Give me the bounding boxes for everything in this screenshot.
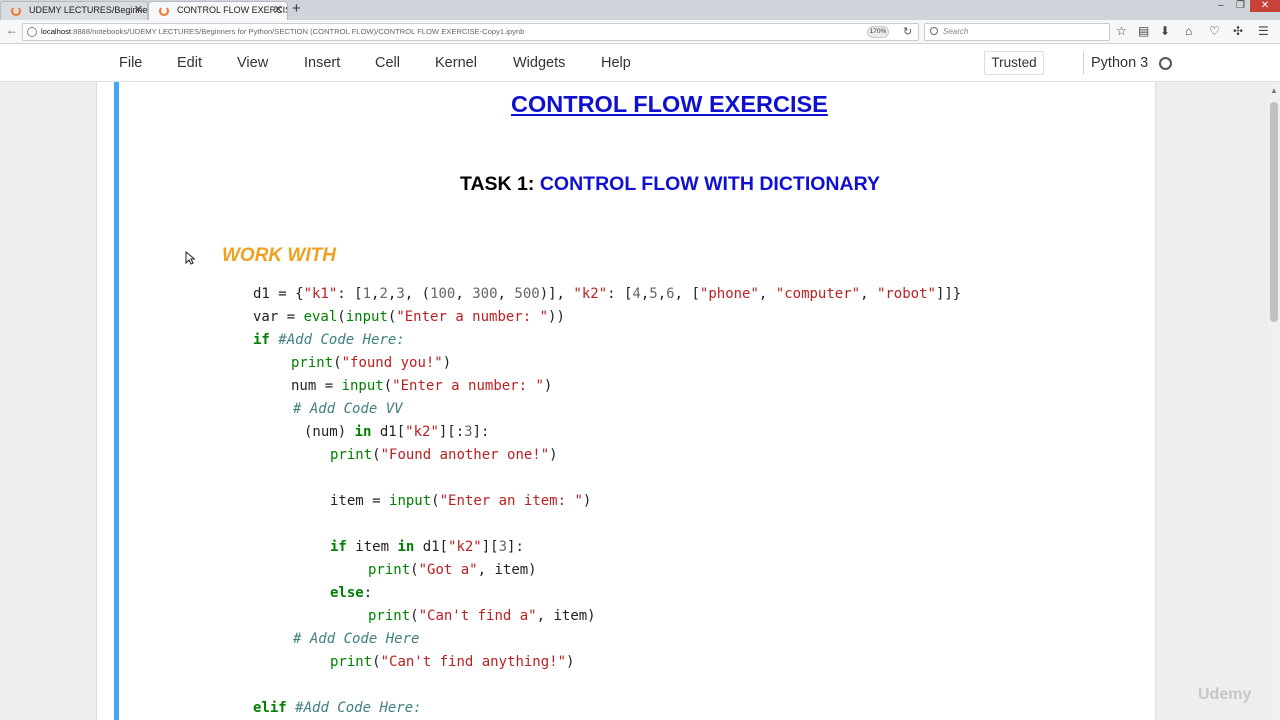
menu-cell[interactable]: Cell bbox=[375, 55, 400, 71]
code-line: # Add Code Here bbox=[293, 631, 420, 647]
new-tab-plus-icon[interactable]: + bbox=[292, 0, 301, 18]
search-placeholder: Search bbox=[943, 27, 969, 36]
kernel-status-icon bbox=[1159, 57, 1172, 70]
maximize-window-icon[interactable]: ❐ bbox=[1236, 0, 1245, 12]
code-line: print("found you!") bbox=[291, 355, 452, 371]
back-arrow-icon[interactable]: ← bbox=[6, 23, 18, 37]
page-scrollbar[interactable]: ▲ bbox=[1268, 82, 1280, 720]
kernel-separator bbox=[1083, 52, 1084, 74]
zoom-level-badge[interactable]: 170% bbox=[867, 26, 889, 38]
search-icon bbox=[930, 27, 938, 35]
code-line: print("Got a", item) bbox=[368, 562, 537, 578]
close-window-icon[interactable]: ✕ bbox=[1250, 0, 1280, 12]
home-icon[interactable]: ⌂ bbox=[1185, 24, 1192, 38]
notebook-title: CONTROL FLOW EXERCISE bbox=[511, 91, 828, 117]
menu-icon[interactable]: ☰ bbox=[1258, 24, 1269, 38]
search-bar[interactable]: Search bbox=[924, 23, 1110, 41]
bookmark-star-icon[interactable]: ☆ bbox=[1116, 24, 1127, 38]
pocket-icon[interactable]: ♡ bbox=[1209, 24, 1220, 38]
menu-help[interactable]: Help bbox=[601, 55, 631, 71]
kernel-name[interactable]: Python 3 bbox=[1091, 55, 1148, 71]
scroll-up-arrow-icon[interactable]: ▲ bbox=[1270, 86, 1278, 95]
notebook-container: CONTROL FLOW EXERCISE TASK 1: CONTROL FL… bbox=[96, 82, 1156, 720]
tab-label: UDEMY LECTURES/Beginners bbox=[29, 5, 148, 15]
mouse-cursor-icon bbox=[185, 251, 195, 265]
code-line: d1 = {"k1": [1,2,3, (100, 300, 500)], "k… bbox=[253, 286, 962, 302]
close-tab-icon[interactable]: ✕ bbox=[134, 2, 143, 19]
browser-tab-strip: UDEMY LECTURES/Beginners ✕ CONTROL FLOW … bbox=[0, 0, 1280, 20]
code-line: num = input("Enter a number: ") bbox=[291, 378, 553, 394]
jupyter-tab-icon bbox=[159, 6, 169, 16]
address-text[interactable]: localhost:8888/notebooks/UDEMY LECTURES/… bbox=[41, 27, 524, 36]
selected-cell-indicator bbox=[114, 82, 119, 720]
browser-tab-active[interactable]: CONTROL FLOW EXERCISE ✕ bbox=[148, 1, 288, 20]
tab-label: CONTROL FLOW EXERCISE bbox=[177, 5, 288, 15]
code-line: var = eval(input("Enter a number: ")) bbox=[253, 309, 565, 325]
browser-nav-bar: ← localhost:8888/notebooks/UDEMY LECTURE… bbox=[0, 20, 1280, 44]
menu-edit[interactable]: Edit bbox=[177, 55, 202, 71]
code-line: (num) in d1["k2"][:3]: bbox=[304, 424, 490, 440]
code-line: elif #Add Code Here: bbox=[253, 700, 422, 716]
jupyter-menubar: File Edit View Insert Cell Kernel Widget… bbox=[0, 44, 1280, 82]
address-bar[interactable]: localhost:8888/notebooks/UDEMY LECTURES/… bbox=[22, 23, 919, 41]
browser-tab-inactive[interactable]: UDEMY LECTURES/Beginners ✕ bbox=[0, 1, 148, 20]
reading-list-icon[interactable]: ▤ bbox=[1138, 24, 1149, 38]
reload-icon[interactable]: ↻ bbox=[903, 25, 912, 38]
menu-file[interactable]: File bbox=[119, 55, 142, 71]
work-with-heading: WORK WITH bbox=[222, 245, 336, 266]
code-line: if item in d1["k2"][3]: bbox=[330, 539, 524, 555]
code-line: print("Can't find anything!") bbox=[330, 654, 575, 670]
code-line: print("Found another one!") bbox=[330, 447, 558, 463]
minimize-window-icon[interactable]: – bbox=[1218, 0, 1224, 12]
task-title: CONTROL FLOW WITH DICTIONARY bbox=[539, 173, 880, 195]
task-heading: TASK 1: CONTROL FLOW WITH DICTIONARY bbox=[460, 173, 880, 196]
menu-view[interactable]: View bbox=[237, 55, 268, 71]
extension-icon[interactable]: ✣ bbox=[1233, 24, 1243, 38]
jupyter-tab-icon bbox=[11, 6, 21, 16]
code-line: item = input("Enter an item: ") bbox=[330, 493, 592, 509]
udemy-watermark: Udemy bbox=[1198, 686, 1252, 703]
code-block[interactable]: d1 = {"k1": [1,2,3, (100, 300, 500)], "k… bbox=[253, 283, 961, 720]
downloads-icon[interactable]: ⬇ bbox=[1160, 24, 1170, 38]
menu-widgets[interactable]: Widgets bbox=[513, 55, 565, 71]
menu-insert[interactable]: Insert bbox=[304, 55, 340, 71]
code-line: else: bbox=[330, 585, 373, 601]
trusted-indicator[interactable]: Trusted bbox=[984, 51, 1044, 75]
scrollbar-thumb[interactable] bbox=[1270, 102, 1278, 322]
menu-kernel[interactable]: Kernel bbox=[435, 55, 477, 71]
code-line: print("Can't find a", item) bbox=[368, 608, 596, 624]
task-label: TASK 1: bbox=[460, 173, 535, 195]
site-info-icon[interactable] bbox=[27, 27, 37, 37]
code-line: # Add Code VV bbox=[293, 401, 403, 417]
close-tab-icon[interactable]: ✕ bbox=[274, 2, 283, 19]
code-line: if #Add Code Here: bbox=[253, 332, 405, 348]
